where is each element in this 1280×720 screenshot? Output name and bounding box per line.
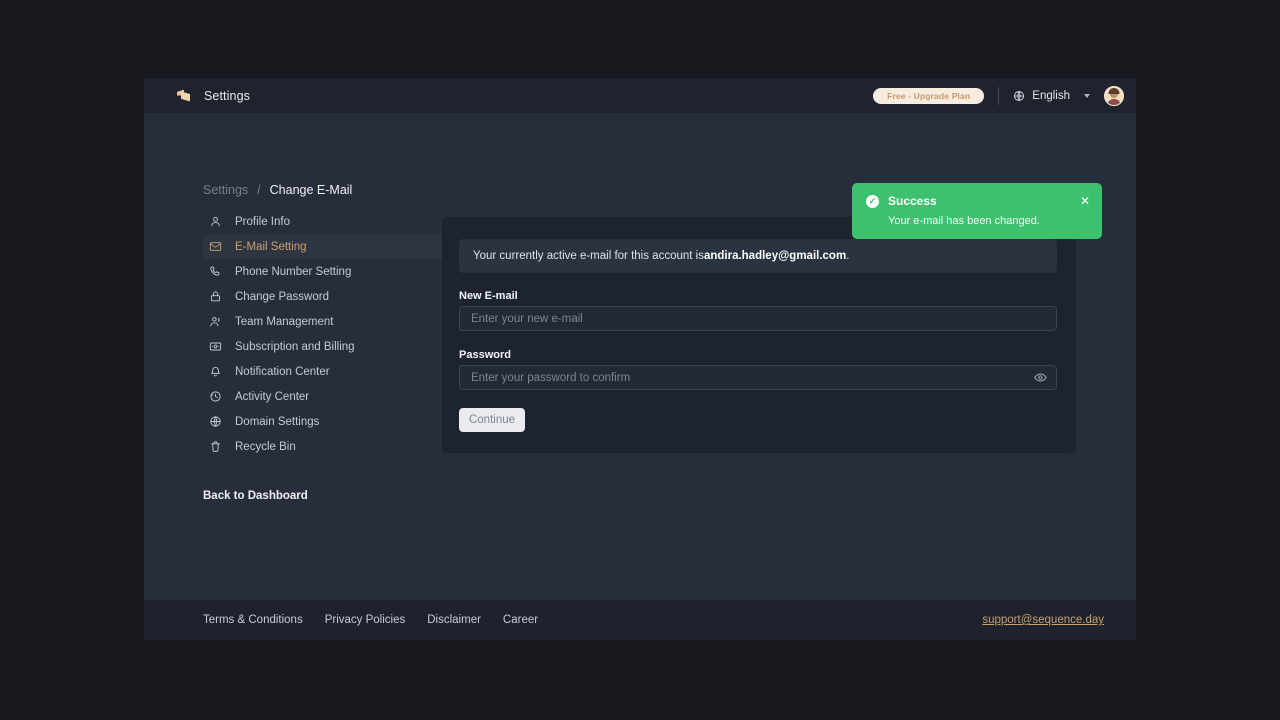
continue-button[interactable]: Continue bbox=[459, 408, 525, 432]
settings-sidebar: Profile Info E-Mail Setting Phone Number S… bbox=[203, 209, 453, 459]
sidebar-item-profile-info[interactable]: Profile Info bbox=[203, 209, 453, 234]
close-icon[interactable]: ✕ bbox=[1080, 195, 1090, 207]
app-header: Settings Free - Upgrade Plan English bbox=[144, 78, 1136, 113]
users-icon bbox=[210, 317, 220, 327]
breadcrumb: Settings / Change E-Mail bbox=[203, 183, 352, 197]
sidebar-item-label: Subscription and Billing bbox=[235, 340, 355, 353]
activity-icon bbox=[210, 391, 221, 402]
globe-icon bbox=[210, 416, 221, 427]
footer-link-privacy-policies[interactable]: Privacy Policies bbox=[325, 614, 406, 626]
sidebar-item-label: Team Management bbox=[235, 315, 334, 328]
sidebar-item-recycle-bin[interactable]: Recycle Bin bbox=[203, 434, 453, 459]
page-body: Settings / Change E-Mail Profile Info E-M… bbox=[144, 113, 1136, 600]
sidebar-item-change-password[interactable]: Change Password bbox=[203, 284, 453, 309]
support-email-link[interactable]: support@sequence.day bbox=[982, 614, 1104, 626]
footer-link-disclaimer[interactable]: Disclaimer bbox=[427, 614, 481, 626]
breadcrumb-root[interactable]: Settings bbox=[203, 183, 248, 197]
mail-icon bbox=[209, 242, 222, 251]
avatar[interactable] bbox=[1104, 85, 1124, 106]
sidebar-item-label: Activity Center bbox=[235, 390, 310, 403]
sidebar-item-label: Phone Number Setting bbox=[235, 265, 352, 278]
language-label: English bbox=[1032, 89, 1070, 102]
new-email-label: New E-mail bbox=[459, 290, 518, 302]
sidebar-item-notification-center[interactable]: Notification Center bbox=[203, 359, 453, 384]
chevron-down-icon bbox=[1084, 93, 1090, 98]
card-icon bbox=[209, 342, 222, 351]
upgrade-plan-badge[interactable]: Free - Upgrade Plan bbox=[873, 87, 985, 104]
sidebar-item-subscription-and-billing[interactable]: Subscription and Billing bbox=[203, 334, 453, 359]
change-email-card: Your currently active e-mail for this ac… bbox=[442, 217, 1076, 453]
sidebar-item-e-mail-setting[interactable]: E-Mail Setting bbox=[203, 234, 453, 259]
footer-links: Terms & Conditions Privacy Policies Discla… bbox=[203, 614, 538, 626]
app-title: Settings bbox=[204, 88, 250, 103]
language-selector[interactable]: English bbox=[1013, 90, 1090, 102]
success-toast: ✓ Success Your e-mail has been changed. … bbox=[852, 183, 1102, 239]
user-icon bbox=[211, 216, 220, 227]
logo-mark-icon[interactable] bbox=[176, 88, 192, 104]
toast-header: ✓ Success bbox=[866, 194, 937, 208]
toast-title: Success bbox=[888, 194, 937, 208]
sidebar-item-domain-settings[interactable]: Domain Settings bbox=[203, 409, 453, 434]
header-divider bbox=[998, 86, 1000, 105]
back-to-dashboard-link[interactable]: Back to Dashboard bbox=[203, 490, 308, 502]
check-icon: ✓ bbox=[866, 194, 879, 208]
sidebar-item-label: Notification Center bbox=[235, 365, 330, 378]
info-suffix: . bbox=[846, 250, 850, 262]
bell-icon bbox=[211, 367, 220, 377]
app-window: Settings Free - Upgrade Plan English Set… bbox=[144, 78, 1136, 640]
lock-icon bbox=[210, 291, 221, 302]
trash-icon bbox=[210, 441, 221, 452]
footer-link-terms-conditions[interactable]: Terms & Conditions bbox=[203, 614, 303, 626]
current-email-value: andira.hadley@gmail.com bbox=[703, 250, 847, 262]
new-email-input[interactable] bbox=[459, 306, 1057, 331]
globe-icon bbox=[1014, 90, 1025, 101]
sidebar-item-phone-number-setting[interactable]: Phone Number Setting bbox=[203, 259, 453, 284]
sidebar-item-label: Recycle Bin bbox=[235, 440, 296, 453]
info-prefix: Your currently active e-mail for this ac… bbox=[473, 250, 704, 262]
password-label: Password bbox=[459, 349, 511, 361]
phone-icon bbox=[210, 266, 220, 276]
sidebar-item-label: Change Password bbox=[235, 290, 329, 303]
current-email-banner: Your currently active e-mail for this ac… bbox=[459, 239, 1057, 273]
eye-icon[interactable] bbox=[1023, 365, 1057, 390]
sidebar-item-label: Profile Info bbox=[235, 215, 290, 228]
footer-link-career[interactable]: Career bbox=[503, 614, 538, 626]
sidebar-item-activity-center[interactable]: Activity Center bbox=[203, 384, 453, 409]
breadcrumb-separator: / bbox=[257, 183, 261, 197]
toast-message: Your e-mail has been changed. bbox=[888, 215, 1040, 227]
sidebar-item-label: E-Mail Setting bbox=[235, 240, 307, 253]
sidebar-item-team-management[interactable]: Team Management bbox=[203, 309, 453, 334]
app-footer: Terms & Conditions Privacy Policies Discla… bbox=[144, 600, 1136, 640]
breadcrumb-current: Change E-Mail bbox=[269, 183, 353, 197]
sidebar-item-label: Domain Settings bbox=[235, 415, 320, 428]
password-input[interactable] bbox=[459, 365, 1057, 390]
